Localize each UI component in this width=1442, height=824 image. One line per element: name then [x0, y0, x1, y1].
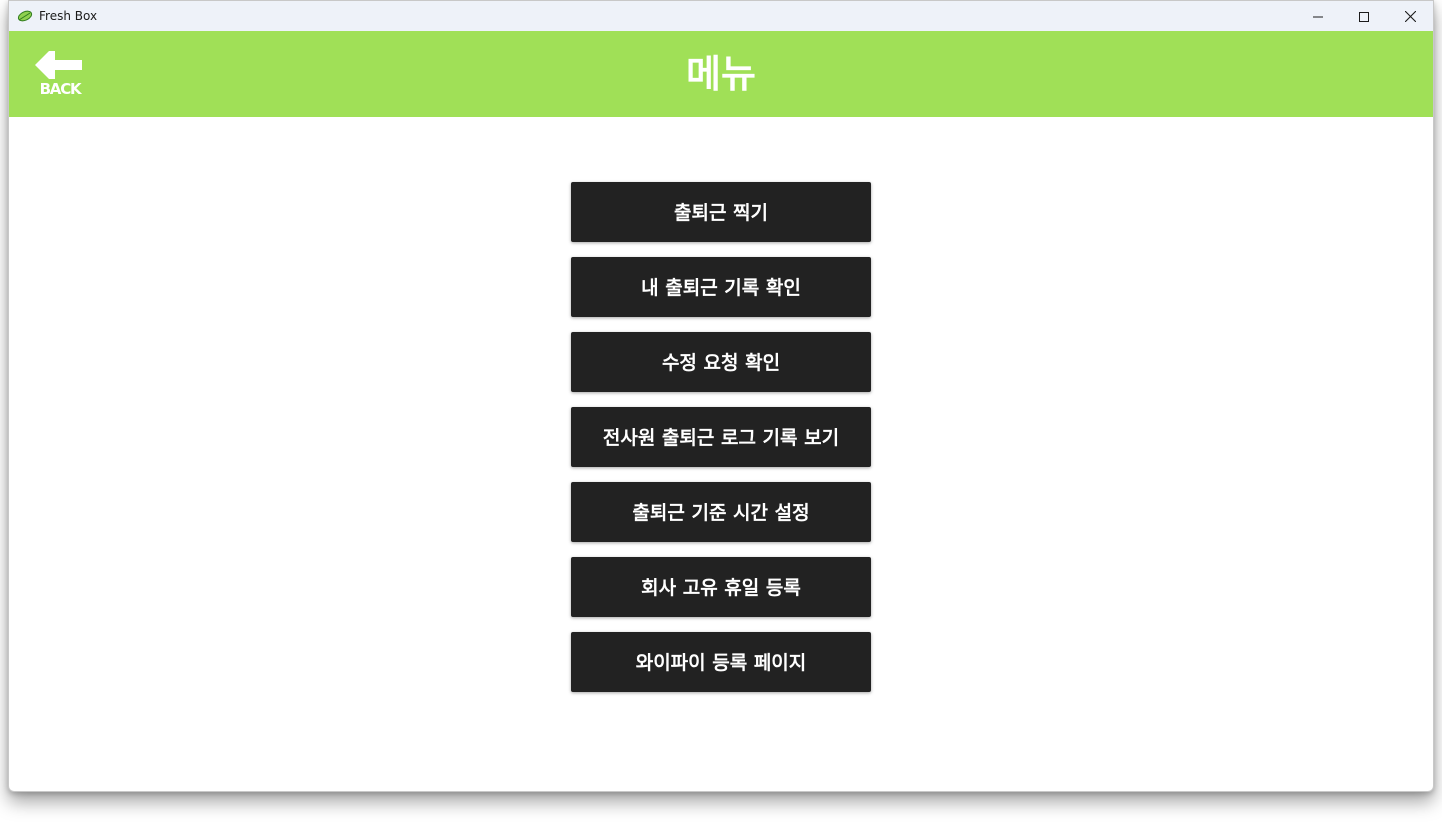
menu-button-wifi-registration[interactable]: 와이파이 등록 페이지	[571, 632, 871, 692]
close-button[interactable]	[1387, 1, 1433, 31]
minimize-icon	[1313, 7, 1323, 26]
menu-button-all-employee-logs[interactable]: 전사원 출퇴근 로그 기록 보기	[571, 407, 871, 467]
menu-button-clock-in-out[interactable]: 출퇴근 찍기	[571, 182, 871, 242]
header-bar: BACK 메뉴	[9, 31, 1433, 117]
menu-button-edit-requests[interactable]: 수정 요청 확인	[571, 332, 871, 392]
page-title: 메뉴	[686, 52, 756, 96]
close-icon	[1404, 7, 1416, 26]
title-bar[interactable]: Fresh Box	[9, 1, 1433, 31]
menu-list: 출퇴근 찍기 내 출퇴근 기록 확인 수정 요청 확인 전사원 출퇴근 로그 기…	[571, 182, 871, 707]
menu-button-company-holidays[interactable]: 회사 고유 휴일 등록	[571, 557, 871, 617]
maximize-button[interactable]	[1341, 1, 1387, 31]
menu-button-my-attendance-records[interactable]: 내 출퇴근 기록 확인	[571, 257, 871, 317]
minimize-button[interactable]	[1295, 1, 1341, 31]
window-controls	[1295, 1, 1433, 31]
menu-button-standard-time-settings[interactable]: 출퇴근 기준 시간 설정	[571, 482, 871, 542]
leaf-icon	[17, 9, 33, 23]
maximize-icon	[1359, 7, 1369, 26]
app-window: Fresh Box BACK 메뉴 출퇴근 찍기 내 출퇴근 기록 확인 수정 …	[8, 0, 1434, 792]
window-title: Fresh Box	[39, 9, 98, 23]
